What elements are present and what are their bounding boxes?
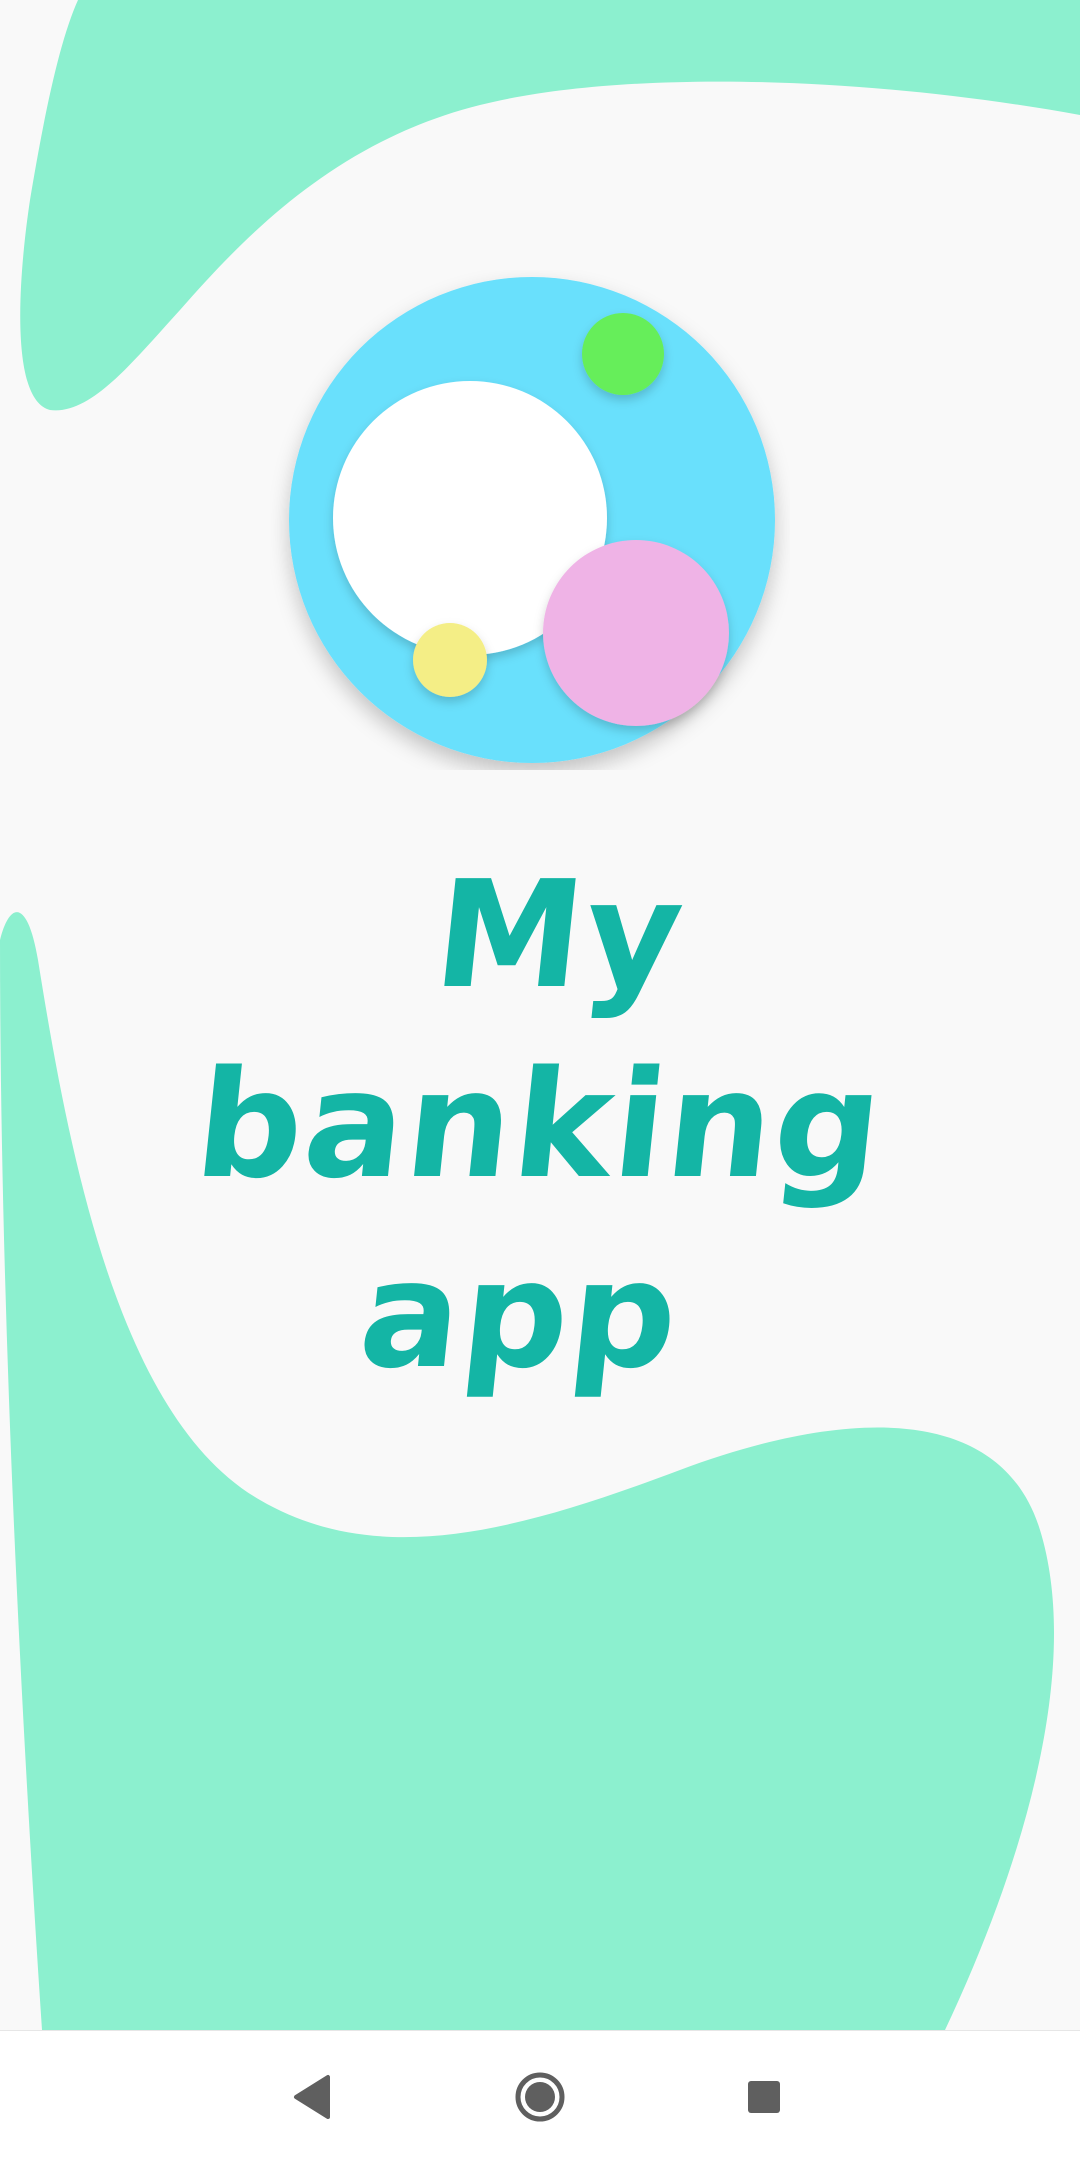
back-triangle-icon	[294, 2075, 330, 2119]
app-title-line-1: My	[427, 849, 693, 1021]
logo-green-dot	[582, 313, 664, 395]
nav-recents-button[interactable]	[724, 2061, 804, 2133]
nav-home-button[interactable]	[500, 2061, 580, 2133]
logo-pink-circle	[543, 540, 729, 726]
app-title-line-2: banking	[188, 1039, 892, 1211]
home-circle-icon	[515, 2072, 565, 2122]
nav-back-button[interactable]	[272, 2061, 352, 2133]
splash-screen: My banking app	[0, 0, 1080, 2160]
app-title: My banking app	[0, 840, 1080, 1410]
app-title-line-3: app	[352, 1229, 688, 1401]
app-logo-icon	[289, 277, 775, 763]
logo-yellow-dot	[413, 623, 487, 697]
system-navigation-bar	[0, 2030, 1080, 2160]
recents-square-icon	[748, 2081, 780, 2113]
